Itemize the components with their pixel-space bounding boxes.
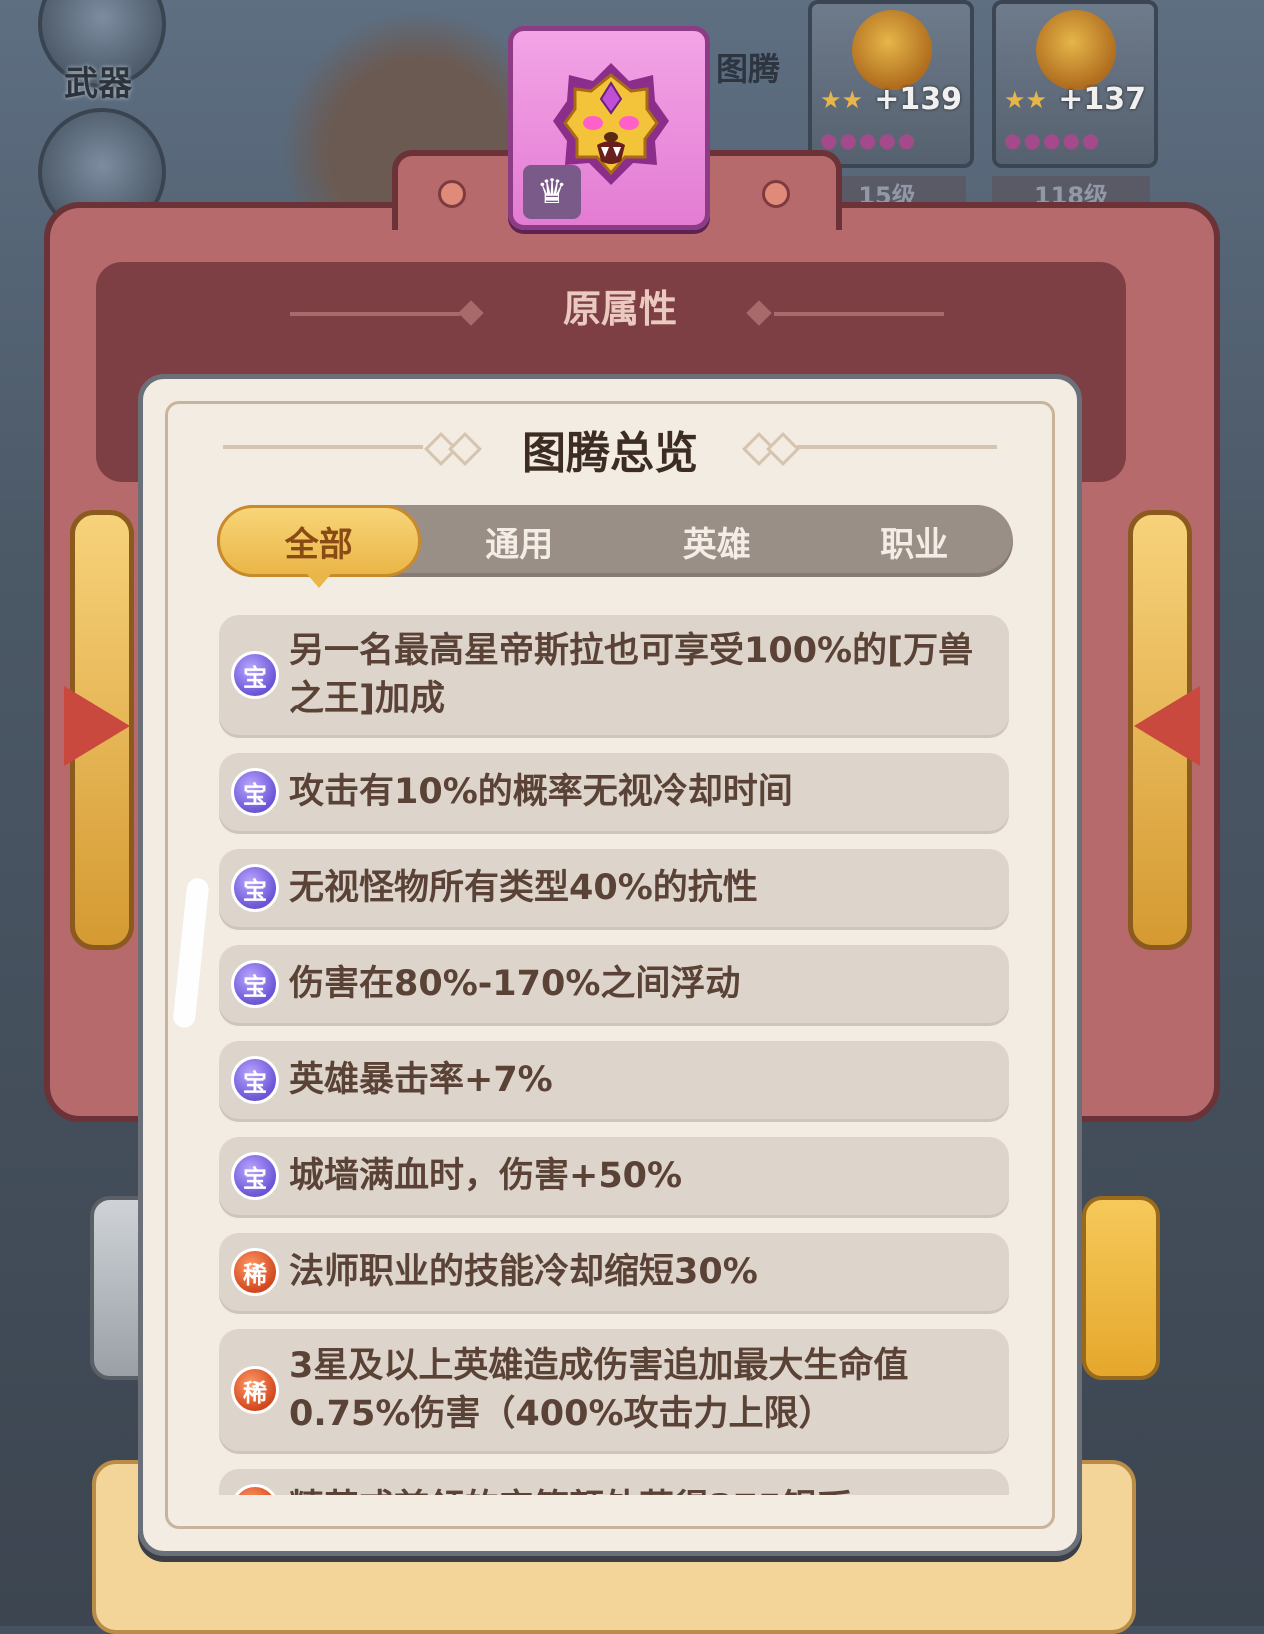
bg-totem-card[interactable]: ★★ +139 ●●●●● (808, 0, 974, 168)
list-item: 宝 城墙满血时，伤害+50% (219, 1137, 1009, 1215)
overview-title: 图腾总览 (522, 428, 698, 479)
weapon-nav-label: 武器 (64, 64, 132, 104)
effect-text: 英雄暴击率+7% (289, 1060, 553, 1100)
star-icon: ★★ (820, 86, 864, 114)
rare-badge-icon: 稀 (231, 1366, 279, 1414)
tab-general[interactable]: 通用 (421, 505, 619, 577)
divider (290, 312, 460, 316)
star-icon: ★★ (1004, 86, 1048, 114)
next-arrow-icon[interactable] (1134, 686, 1200, 766)
filter-tabs: 全部 通用 英雄 职业 (217, 505, 1014, 588)
list-item: 稀 3星及以上英雄造成伤害追加最大生命值0.75%伤害（400%攻击力上限） (219, 1329, 1009, 1451)
tab-hero[interactable]: 英雄 (618, 505, 816, 577)
totem-overview-dialog: 图腾总览 全部 通用 英雄 职业 宝 另一名最高星帝斯拉也可享受100%的[万兽… (138, 374, 1082, 1556)
card-plus: +137 (1058, 82, 1146, 117)
gem-dots: ●●●●● (820, 128, 918, 152)
original-attributes-title: 原属性 (562, 287, 677, 331)
list-item: 宝 攻击有10%的概率无视冷却时间 (219, 753, 1009, 831)
list-item: 稀 法师职业的技能冷却缩短30% (219, 1233, 1009, 1311)
list-item: 宝 伤害在80%-170%之间浮动 (219, 945, 1009, 1023)
bg-totem-card[interactable]: ★★ +137 ●●●●● (992, 0, 1158, 168)
effect-text: 城墙满血时，伤害+50% (289, 1156, 683, 1196)
totem-glyph-icon (1036, 10, 1116, 90)
gem-dots: ●●●●● (1004, 128, 1102, 152)
treasure-badge-icon: 宝 (231, 1152, 279, 1200)
rivet-icon (438, 180, 466, 208)
right-action-button[interactable] (1082, 1196, 1160, 1380)
rivet-icon (762, 180, 790, 208)
totem-glyph-icon (852, 10, 932, 90)
effect-text: 另一名最高星帝斯拉也可享受100%的[万兽之王]加成 (289, 631, 974, 719)
totem-nav-label: 图腾 (716, 50, 781, 88)
list-item: 宝 另一名最高星帝斯拉也可享受100%的[万兽之王]加成 (219, 615, 1009, 735)
totem-emblem: ♛ (508, 26, 710, 230)
totem-effect-list[interactable]: 宝 另一名最高星帝斯拉也可享受100%的[万兽之王]加成 宝 攻击有10%的概率… (219, 615, 1009, 1495)
treasure-badge-icon: 宝 (231, 768, 279, 816)
card-plus: +139 (874, 82, 962, 117)
list-item: 宝 英雄暴击率+7% (219, 1041, 1009, 1119)
treasure-badge-icon: 宝 (231, 651, 279, 699)
crown-icon: ♛ (523, 165, 581, 219)
effect-text: 攻击有10%的概率无视冷却时间 (289, 772, 793, 812)
treasure-badge-icon: 宝 (231, 864, 279, 912)
prev-arrow-icon[interactable] (64, 686, 130, 766)
rare-badge-icon: 稀 (231, 1248, 279, 1296)
tab-class[interactable]: 职业 (816, 505, 1014, 577)
effect-text: 伤害在80%-170%之间浮动 (289, 964, 741, 1004)
effect-text: 法师职业的技能冷却缩短30% (289, 1252, 758, 1292)
rare-badge-icon: 稀 (231, 1484, 279, 1495)
effect-text: 无视怪物所有类型40%的抗性 (289, 868, 758, 908)
list-item: 宝 无视怪物所有类型40%的抗性 (219, 849, 1009, 927)
treasure-badge-icon: 宝 (231, 960, 279, 1008)
effect-text: 精英或首领的宝箱额外获得375银币 (289, 1484, 852, 1495)
divider (774, 312, 944, 316)
treasure-badge-icon: 宝 (231, 1056, 279, 1104)
list-item: 稀 精英或首领的宝箱额外获得375银币 (219, 1469, 1009, 1495)
tab-all[interactable]: 全部 (217, 505, 421, 588)
effect-text: 3星及以上英雄造成伤害追加最大生命值0.75%伤害（400%攻击力上限） (289, 1346, 909, 1434)
